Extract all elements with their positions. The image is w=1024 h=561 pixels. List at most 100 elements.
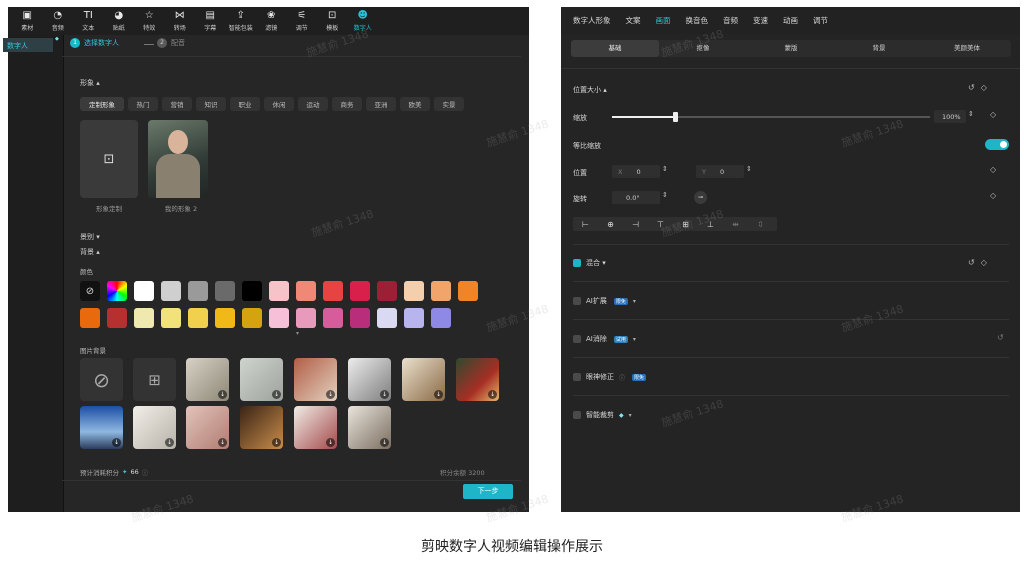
background-image-tile[interactable]: ↓ (294, 358, 337, 401)
color-swatch[interactable] (431, 281, 451, 301)
category-chip[interactable]: 热门 (128, 97, 158, 111)
category-chip[interactable]: 知识 (196, 97, 226, 111)
toolbar-button[interactable]: ▤ 字幕 (195, 7, 226, 35)
background-image-tile[interactable]: ↓ (348, 358, 391, 401)
rotate-stepper-icon[interactable]: ⇕ (662, 191, 668, 199)
align-button-icon[interactable]: ⊣ (623, 220, 648, 229)
toolbar-button[interactable]: ☆ 特效 (134, 7, 165, 35)
reset-icon[interactable]: ↺ (968, 83, 975, 92)
no-color-swatch[interactable]: ⊘ (80, 281, 100, 301)
category-chip[interactable]: 实景 (434, 97, 464, 111)
color-swatch[interactable] (269, 308, 289, 328)
ai-expand-checkbox[interactable] (573, 297, 581, 305)
keyframe-icon[interactable]: ◇ (981, 258, 987, 267)
category-chip[interactable]: 营销 (162, 97, 192, 111)
appearance-section-title[interactable]: 形象 ▴ (80, 78, 100, 88)
subtab[interactable]: 美颜美体 (923, 40, 1011, 57)
background-image-tile[interactable]: ↓ (402, 358, 445, 401)
property-tab[interactable]: 数字人形象 (573, 15, 611, 26)
align-button-icon[interactable]: ⇹ (723, 220, 748, 229)
subtab[interactable]: 蒙版 (747, 40, 835, 57)
scale-slider-handle[interactable] (673, 112, 679, 122)
color-swatch[interactable] (296, 281, 316, 301)
smart-crop-checkbox[interactable] (573, 411, 581, 419)
custom-appearance-card[interactable]: ⊡ (80, 120, 138, 198)
color-swatch[interactable] (242, 308, 262, 328)
background-image-tile[interactable]: ↓ (80, 406, 123, 449)
color-swatch[interactable] (215, 281, 235, 301)
toolbar-button[interactable]: ◔ 音频 (43, 7, 74, 35)
category-chip[interactable]: 职业 (230, 97, 260, 111)
blend-row[interactable]: 混合 ▾ (573, 258, 606, 268)
y-stepper-icon[interactable]: ⇕ (746, 165, 752, 173)
toolbar-button[interactable]: ▣ 素材 (12, 7, 43, 35)
ai-expand-row[interactable]: AI扩展 限免 ▾ (573, 296, 636, 306)
expand-colors-icon[interactable]: ▾ (296, 330, 299, 337)
shot-size-title[interactable]: 景别 ▾ (80, 232, 100, 242)
subtab[interactable]: 背景 (835, 40, 923, 57)
property-tab[interactable]: 调节 (813, 15, 828, 26)
color-swatch[interactable] (377, 308, 397, 328)
custom-color-picker[interactable] (107, 281, 127, 301)
step-voice[interactable]: 2 配音 (157, 38, 185, 48)
align-button-icon[interactable]: ⇳ (748, 220, 773, 229)
ai-remove-row[interactable]: AI消除 试用 ▾ (573, 334, 636, 344)
category-chip[interactable]: 定制形象 (80, 97, 124, 111)
color-swatch[interactable] (350, 281, 370, 301)
smart-crop-row[interactable]: 智能裁剪 ◆ ▾ (573, 410, 632, 420)
background-image-tile[interactable]: ↓ (348, 406, 391, 449)
toolbar-button[interactable]: TI 文本 (73, 7, 104, 35)
property-tab[interactable]: 换音色 (686, 15, 709, 26)
step-select-digital-human[interactable]: 1 选择数字人 (70, 38, 119, 48)
background-image-tile[interactable]: ↓ (240, 358, 283, 401)
color-swatch[interactable] (404, 308, 424, 328)
color-swatch[interactable] (188, 281, 208, 301)
background-image-tile[interactable]: ↓ (456, 358, 499, 401)
reset-icon[interactable]: ↺ (968, 258, 975, 267)
scale-keyframe-icon[interactable]: ◇ (990, 110, 996, 119)
color-swatch[interactable] (134, 281, 154, 301)
category-chip[interactable]: 休闲 (264, 97, 294, 111)
toolbar-button[interactable]: ⊡ 模板 (317, 7, 348, 35)
background-image-tile[interactable]: ↓ (186, 358, 229, 401)
toolbar-button[interactable]: ⇪ 智能包装 (226, 7, 257, 35)
color-swatch[interactable] (323, 308, 343, 328)
category-chip[interactable]: 商务 (332, 97, 362, 111)
property-tab[interactable]: 音频 (723, 15, 738, 26)
property-tab[interactable]: 文案 (626, 15, 641, 26)
category-chip[interactable]: 欧美 (400, 97, 430, 111)
blend-checkbox[interactable] (573, 259, 581, 267)
rotate-dial-icon[interactable]: ⊸ (694, 191, 707, 204)
color-swatch[interactable] (242, 281, 262, 301)
background-image-tile[interactable]: ↓ (186, 406, 229, 449)
scale-stepper-icon[interactable]: ⇕ (968, 110, 974, 118)
color-swatch[interactable] (323, 281, 343, 301)
no-background-tile[interactable]: ⊘ (80, 358, 123, 401)
color-swatch[interactable] (161, 308, 181, 328)
color-swatch[interactable] (431, 308, 451, 328)
sidebar-item-digital-human[interactable]: 数字人 (3, 38, 53, 52)
background-image-tile[interactable]: ↓ (240, 406, 283, 449)
color-swatch[interactable] (80, 308, 100, 328)
position-x-input[interactable]: X 0 (612, 165, 660, 178)
eye-correction-row[interactable]: 眼神修正 ⓘ 限免 (573, 372, 647, 382)
position-size-title[interactable]: 位置大小 ▴ (573, 85, 607, 95)
align-button-icon[interactable]: ⊕ (598, 220, 623, 229)
property-tab[interactable]: 画面 (656, 15, 671, 26)
subtab[interactable]: 基础 (571, 40, 659, 57)
color-swatch[interactable] (161, 281, 181, 301)
toolbar-button[interactable]: ❀ 滤镜 (256, 7, 287, 35)
toolbar-button[interactable]: ◕ 贴纸 (104, 7, 135, 35)
color-swatch[interactable] (188, 308, 208, 328)
color-swatch[interactable] (269, 281, 289, 301)
category-chip[interactable]: 运动 (298, 97, 328, 111)
color-swatch[interactable] (134, 308, 154, 328)
ai-remove-checkbox[interactable] (573, 335, 581, 343)
property-tab[interactable]: 动画 (783, 15, 798, 26)
background-image-tile[interactable]: ↓ (294, 406, 337, 449)
position-keyframe-icon[interactable]: ◇ (990, 165, 996, 174)
scale-slider[interactable] (612, 112, 930, 122)
color-swatch[interactable] (377, 281, 397, 301)
upload-background-tile[interactable]: ⊞ (133, 358, 176, 401)
property-tab[interactable]: 变速 (753, 15, 768, 26)
